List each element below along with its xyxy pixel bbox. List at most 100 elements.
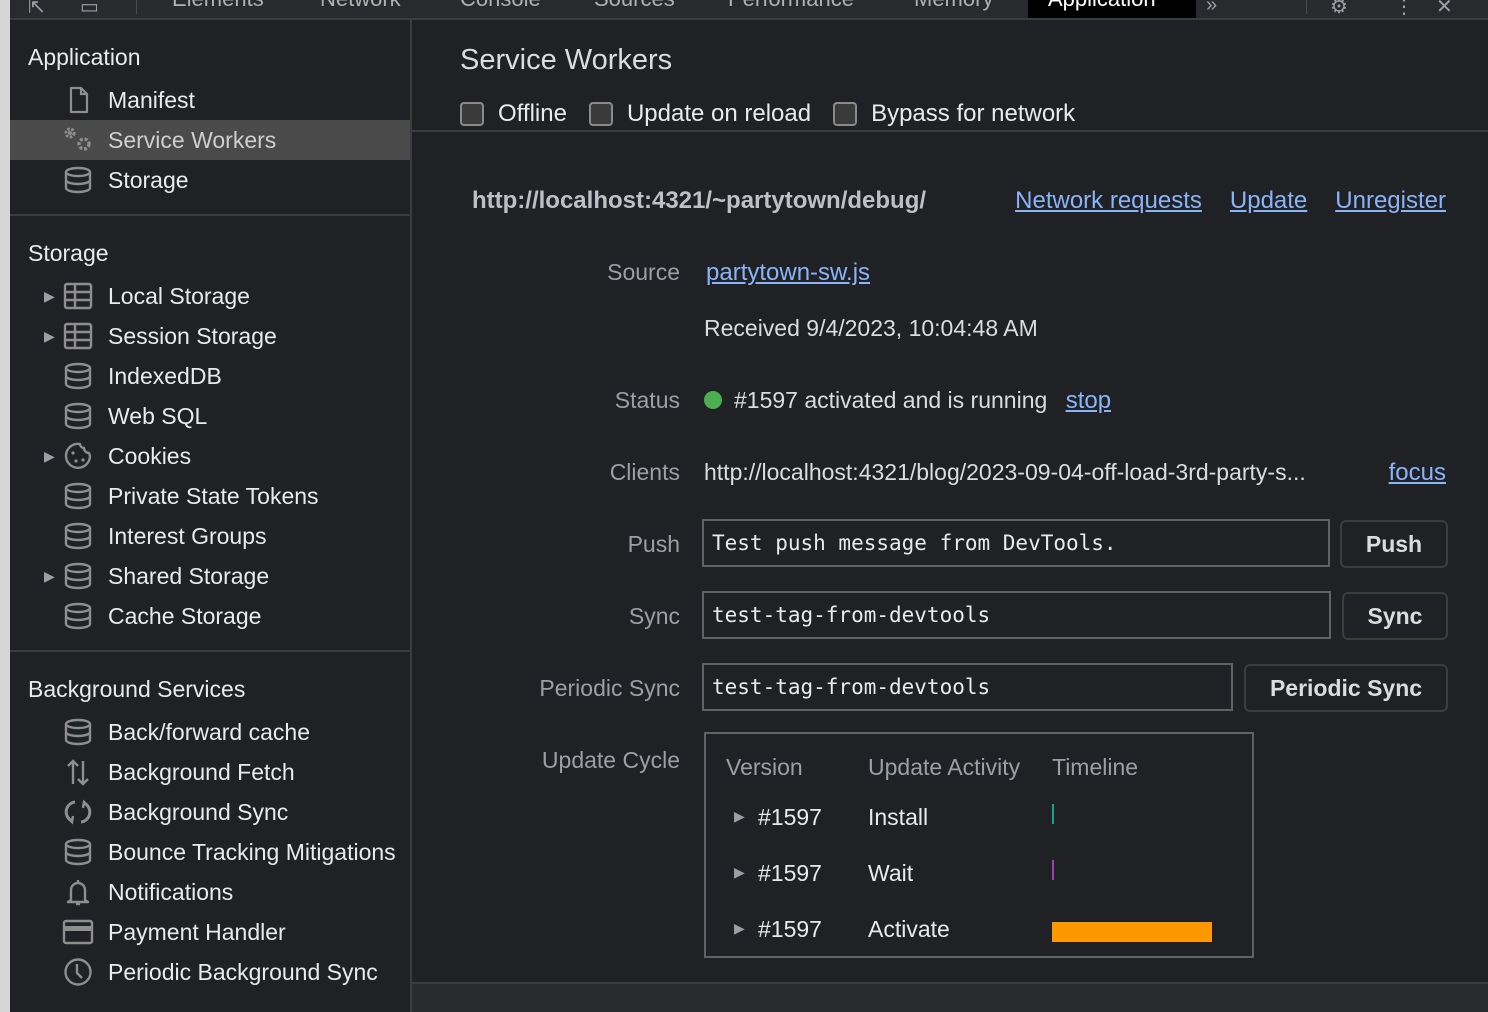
database-icon xyxy=(62,602,94,630)
cookie-icon xyxy=(62,442,94,470)
expand-row-arrow-icon[interactable]: ▶ xyxy=(734,864,745,881)
sidebar-item-web-sql[interactable]: Web SQL xyxy=(10,396,410,436)
section-title: Storage xyxy=(28,240,109,266)
sidebar-item-indexeddb[interactable]: IndexedDB xyxy=(10,356,410,396)
sidebar-item-label: Manifest xyxy=(108,87,195,113)
sidebar-item-interest-groups[interactable]: Interest Groups xyxy=(10,516,410,556)
devtools-tab-bar: ⇱ ▭ Elements Network Console Sources Per… xyxy=(10,0,1488,20)
close-devtools-icon[interactable]: ✕ xyxy=(1436,0,1453,18)
source-file-link[interactable]: partytown-sw.js xyxy=(706,259,870,287)
toolbar-separator xyxy=(1306,0,1307,14)
sidebar-item-session-storage[interactable]: ▶ Session Storage xyxy=(10,316,410,356)
credit-card-icon xyxy=(62,918,94,946)
more-options-icon[interactable]: ⋮ xyxy=(1394,0,1414,18)
sidebar-item-label: Notifications xyxy=(108,879,234,905)
sidebar-item-local-storage[interactable]: ▶ Local Storage xyxy=(10,276,410,316)
column-header-update-activity: Update Activity xyxy=(868,754,1021,780)
sidebar-item-label: Service Workers xyxy=(108,127,277,153)
tab-performance[interactable]: Performance xyxy=(728,0,854,18)
database-icon xyxy=(62,838,94,866)
tab-console[interactable]: Console xyxy=(460,0,541,18)
expand-arrow-icon[interactable]: ▶ xyxy=(44,436,55,476)
bottom-panel xyxy=(412,982,1488,1012)
tab-application[interactable]: Application xyxy=(1028,0,1196,18)
expand-arrow-icon[interactable]: ▶ xyxy=(44,316,55,356)
database-icon xyxy=(62,166,94,194)
focus-link[interactable]: focus xyxy=(1389,459,1446,487)
sidebar-item-periodic-background-sync[interactable]: Periodic Background Sync xyxy=(10,952,410,992)
up-down-arrows-icon xyxy=(62,758,94,786)
checkbox-box[interactable] xyxy=(833,102,858,126)
periodic-sync-input[interactable]: test-tag-from-devtools xyxy=(702,663,1233,711)
device-toolbar-icon[interactable]: ▭ xyxy=(80,0,99,18)
expand-row-arrow-icon[interactable]: ▶ xyxy=(734,920,745,937)
tab-elements[interactable]: Elements xyxy=(172,0,264,18)
sidebar-item-notifications[interactable]: Notifications xyxy=(10,872,410,912)
sync-button[interactable]: Sync xyxy=(1342,592,1448,640)
expand-row-arrow-icon[interactable]: ▶ xyxy=(734,808,745,825)
timeline-cell xyxy=(1052,912,1212,942)
inspect-element-icon[interactable]: ⇱ xyxy=(28,0,45,18)
page-title: Service Workers xyxy=(460,44,673,76)
sidebar-item-label: Local Storage xyxy=(108,283,250,309)
application-sidebar: Application Manifest Service Workers Sto… xyxy=(10,20,412,1012)
version-cell: #1597 xyxy=(758,860,822,886)
push-input[interactable]: Test push message from DevTools. xyxy=(702,519,1330,567)
sidebar-item-storage[interactable]: Storage xyxy=(10,160,410,200)
sidebar-item-cache-storage[interactable]: Cache Storage xyxy=(10,596,410,636)
devtools-window: ⇱ ▭ Elements Network Console Sources Per… xyxy=(10,0,1488,1012)
sidebar-item-label: IndexedDB xyxy=(108,363,222,389)
timeline-bar-activate xyxy=(1052,922,1212,942)
stop-link[interactable]: stop xyxy=(1066,387,1111,414)
sidebar-item-label: Private State Tokens xyxy=(108,483,319,509)
clients-label: Clients xyxy=(609,459,680,485)
source-label: Source xyxy=(607,259,680,285)
table-icon xyxy=(62,322,94,350)
sidebar-item-bounce-tracking-mitigations[interactable]: Bounce Tracking Mitigations xyxy=(10,832,410,872)
status-label: Status xyxy=(614,387,680,413)
service-workers-panel: Service Workers Offline Update on reload… xyxy=(412,20,1488,1012)
sidebar-item-background-sync[interactable]: Background Sync xyxy=(10,792,410,832)
sidebar-item-service-workers[interactable]: Service Workers xyxy=(10,120,410,160)
activity-cell: Activate xyxy=(868,916,950,942)
sidebar-section-background-services: Background Services Back/forward cache B… xyxy=(10,652,410,992)
client-url: http://localhost:4321/blog/2023-09-04-of… xyxy=(704,459,1306,485)
settings-gear-icon[interactable]: ⚙ xyxy=(1330,0,1348,18)
tab-sources[interactable]: Sources xyxy=(594,0,675,18)
unregister-link[interactable]: Unregister xyxy=(1335,187,1446,215)
sidebar-item-back-forward-cache[interactable]: Back/forward cache xyxy=(10,712,410,752)
sidebar-item-label: Cache Storage xyxy=(108,603,262,629)
update-cycle-row: ▶ #1597 Wait xyxy=(706,856,1252,896)
offline-checkbox[interactable]: Offline xyxy=(460,100,567,128)
section-title: Application xyxy=(28,44,141,70)
sidebar-item-payment-handler[interactable]: Payment Handler xyxy=(10,912,410,952)
push-button[interactable]: Push xyxy=(1340,520,1448,568)
sidebar-item-label: Background Fetch xyxy=(108,759,295,785)
database-icon xyxy=(62,402,94,430)
network-requests-link[interactable]: Network requests xyxy=(1015,187,1202,215)
bypass-for-network-checkbox[interactable]: Bypass for network xyxy=(833,100,1075,128)
update-on-reload-checkbox[interactable]: Update on reload xyxy=(588,100,811,128)
tab-memory[interactable]: Memory xyxy=(914,0,993,18)
sidebar-item-label: Background Sync xyxy=(108,799,289,825)
more-tabs-icon[interactable]: » xyxy=(1206,0,1217,17)
timeline-bar-install xyxy=(1052,804,1054,824)
expand-arrow-icon[interactable]: ▶ xyxy=(44,276,55,316)
sidebar-item-label: Web SQL xyxy=(108,403,208,429)
sidebar-item-private-state-tokens[interactable]: Private State Tokens xyxy=(10,476,410,516)
source-link-text[interactable]: partytown-sw.js xyxy=(706,259,870,286)
checkbox-label: Bypass for network xyxy=(871,100,1076,127)
sidebar-item-shared-storage[interactable]: ▶ Shared Storage xyxy=(10,556,410,596)
checkbox-box[interactable] xyxy=(588,102,613,126)
periodic-sync-button[interactable]: Periodic Sync xyxy=(1244,664,1448,712)
timeline-bar-wait xyxy=(1052,860,1054,880)
update-link[interactable]: Update xyxy=(1230,187,1307,215)
expand-arrow-icon[interactable]: ▶ xyxy=(44,556,55,596)
sidebar-item-background-fetch[interactable]: Background Fetch xyxy=(10,752,410,792)
sidebar-item-cookies[interactable]: ▶ Cookies xyxy=(10,436,410,476)
sync-input[interactable]: test-tag-from-devtools xyxy=(702,591,1331,639)
sidebar-item-manifest[interactable]: Manifest xyxy=(10,80,410,120)
table-icon xyxy=(62,282,94,310)
checkbox-box[interactable] xyxy=(460,102,484,126)
tab-network[interactable]: Network xyxy=(320,0,401,18)
